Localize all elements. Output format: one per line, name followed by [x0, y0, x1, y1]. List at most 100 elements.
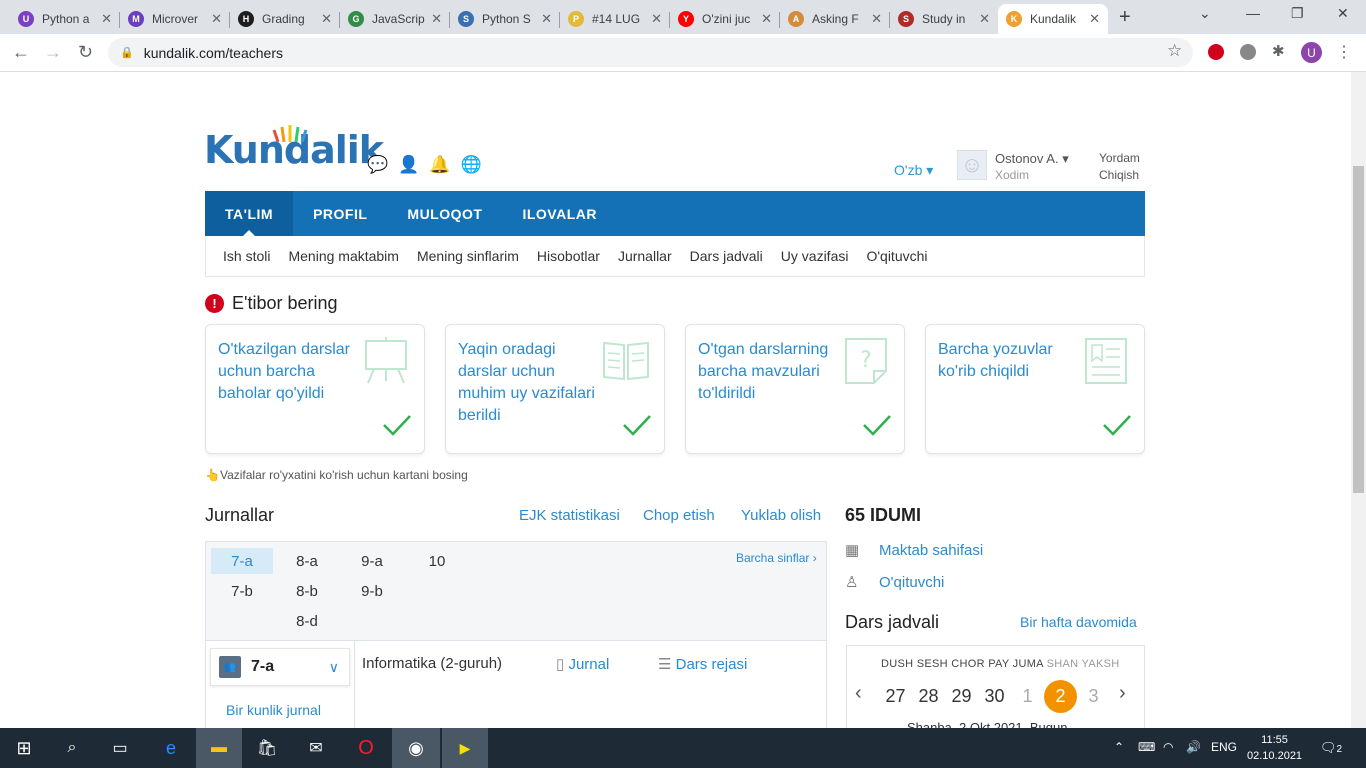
attention-card-topics[interactable]: O'tgan darslarning barcha mavzulari to'l…	[685, 324, 905, 454]
language-select[interactable]: O'zb ▾	[894, 162, 933, 179]
tab-close-icon[interactable]: ✕	[541, 11, 552, 27]
task-view-icon[interactable]: ▭	[96, 728, 144, 768]
tab-close-icon[interactable]: ✕	[1089, 11, 1100, 27]
subnav-dars-jadvali[interactable]: Dars jadvali	[681, 248, 772, 264]
class-7a[interactable]: 7-a	[211, 548, 273, 574]
minimize-button[interactable]: —	[1246, 5, 1260, 21]
main-nav-ilovalar[interactable]: ILOVALAR	[502, 191, 617, 236]
forward-icon[interactable]: →	[44, 42, 62, 63]
back-icon[interactable]: ←	[12, 42, 30, 63]
class-7b[interactable]: 7-b	[211, 578, 273, 604]
extension-icon[interactable]	[1240, 44, 1256, 60]
calendar-day[interactable]: 1	[1011, 680, 1044, 713]
class-8a[interactable]: 8-a	[276, 548, 338, 574]
restore-button[interactable]: ❐	[1291, 5, 1304, 22]
subnav-jurnallar[interactable]: Jurnallar	[609, 248, 681, 264]
subnav-hisobotlar[interactable]: Hisobotlar	[528, 248, 609, 264]
main-nav-talim[interactable]: TA'LIM	[205, 191, 294, 236]
main-nav-muloqot[interactable]: MULOQOT	[387, 191, 502, 236]
kundalik-logo[interactable]: Kundalik	[204, 125, 384, 172]
browser-tab[interactable]: A Asking F ✕	[780, 4, 890, 34]
clock[interactable]: 11:55 02.10.2021	[1247, 732, 1302, 764]
calendar-day[interactable]: 28	[912, 680, 945, 713]
school-page-link[interactable]: ▦ Maktab sahifasi	[845, 541, 983, 560]
new-tab-button[interactable]: +	[1119, 6, 1131, 29]
adblock-extension-icon[interactable]	[1208, 44, 1224, 60]
print-link[interactable]: Chop etish	[643, 507, 715, 524]
calendar-next-icon[interactable]: ›	[1119, 682, 1126, 705]
tray-up-icon[interactable]: ⌃	[1114, 740, 1124, 754]
tab-close-icon[interactable]: ✕	[761, 11, 772, 27]
user-name[interactable]: Ostonov A. ▾	[995, 151, 1069, 167]
browser-tab[interactable]: Y O'zini juc ✕	[670, 4, 780, 34]
help-link[interactable]: Yordam	[1099, 151, 1140, 165]
ejk-statistics-link[interactable]: EJK statistikasi	[519, 507, 620, 524]
globe-icon[interactable]: 🌐	[461, 155, 482, 175]
person-icon[interactable]: 👤	[398, 155, 419, 175]
subnav-ish-stoli[interactable]: Ish stoli	[214, 248, 279, 264]
scrollbar-thumb[interactable]	[1353, 166, 1364, 493]
search-icon[interactable]: ⌕	[48, 728, 96, 768]
start-icon[interactable]: ⊞	[0, 728, 48, 768]
subnav-oqituvchi[interactable]: O'qituvchi	[857, 248, 936, 264]
browser-tab[interactable]: K Kundalik ✕	[998, 4, 1108, 34]
browser-tab[interactable]: M Microver ✕	[120, 4, 230, 34]
wifi-icon[interactable]: ◠	[1163, 740, 1173, 754]
tab-close-icon[interactable]: ✕	[101, 11, 112, 27]
logout-link[interactable]: Chiqish	[1099, 168, 1139, 182]
store-icon[interactable]: 🛍	[244, 728, 290, 768]
attention-card-records[interactable]: Barcha yozuvlar ko'rib chiqildi	[925, 324, 1145, 454]
tab-close-icon[interactable]: ✕	[651, 11, 662, 27]
main-nav-profil[interactable]: PROFIL	[293, 191, 387, 236]
calendar-day[interactable]: 3	[1077, 680, 1110, 713]
calendar-prev-icon[interactable]: ‹	[855, 682, 862, 705]
calendar-day[interactable]: 29	[945, 680, 978, 713]
calendar-day[interactable]: 30	[978, 680, 1011, 713]
file-explorer-icon[interactable]: ▬	[196, 728, 242, 768]
tab-close-icon[interactable]: ✕	[321, 11, 332, 27]
all-classes-link[interactable]: Barcha sinflar ›	[736, 551, 817, 565]
media-player-icon[interactable]: ▶	[442, 728, 488, 768]
volume-icon[interactable]: 🔊	[1186, 740, 1201, 754]
journal-link[interactable]: ▯ Jurnal	[556, 655, 609, 673]
tab-close-icon[interactable]: ✕	[211, 11, 222, 27]
tab-close-icon[interactable]: ✕	[979, 11, 990, 27]
weekly-schedule-link[interactable]: Bir hafta davomida	[1020, 614, 1137, 630]
mail-icon[interactable]: ✉	[292, 728, 340, 768]
chat-icon[interactable]: 💬	[367, 155, 388, 175]
class-8d[interactable]: 8-d	[276, 608, 338, 634]
download-link[interactable]: Yuklab olish	[741, 507, 821, 524]
bookmark-star-icon[interactable]: ☆	[1167, 41, 1182, 61]
class-9a[interactable]: 9-a	[341, 548, 403, 574]
bell-icon[interactable]: 🔔	[429, 155, 450, 175]
network-icon[interactable]: ⌨	[1138, 740, 1155, 754]
lesson-plan-link[interactable]: ☰ Dars rejasi	[658, 655, 747, 673]
close-window-button[interactable]: ✕	[1337, 5, 1349, 22]
opera-icon[interactable]: O	[342, 728, 390, 768]
reload-icon[interactable]: ↻	[78, 42, 93, 63]
browser-tab[interactable]: H Grading ✕	[230, 4, 340, 34]
teacher-link[interactable]: ♙ O'qituvchi	[845, 573, 944, 592]
subnav-mening-maktabim[interactable]: Mening maktabim	[279, 248, 408, 264]
browser-tab[interactable]: P #14 LUG ✕	[560, 4, 670, 34]
browser-tab[interactable]: S Python S ✕	[450, 4, 560, 34]
calendar-day[interactable]: 27	[879, 680, 912, 713]
class-8b[interactable]: 8-b	[276, 578, 338, 604]
user-avatar[interactable]: ☺	[957, 150, 987, 180]
class-dropdown[interactable]: 👥 7-a ∨	[210, 648, 350, 686]
subnav-uy-vazifasi[interactable]: Uy vazifasi	[772, 248, 858, 264]
subnav-mening-sinflarim[interactable]: Mening sinflarim	[408, 248, 528, 264]
edge-icon[interactable]: e	[148, 728, 194, 768]
puzzle-extensions-icon[interactable]: ✱	[1272, 42, 1288, 60]
class-9b[interactable]: 9-b	[341, 578, 403, 604]
chrome-icon[interactable]: ◉	[392, 728, 440, 768]
tab-close-icon[interactable]: ✕	[431, 11, 442, 27]
attention-card-homework[interactable]: Yaqin oradagi darslar uchun muhim uy vaz…	[445, 324, 665, 454]
tab-close-icon[interactable]: ✕	[871, 11, 882, 27]
browser-tab[interactable]: U Python a ✕	[10, 4, 120, 34]
tab-search-icon[interactable]: ⌄	[1199, 5, 1211, 22]
menu-kebab-icon[interactable]: ⋮	[1336, 42, 1352, 62]
browser-tab[interactable]: G JavaScrip ✕	[340, 4, 450, 34]
notifications-icon[interactable]: 🗨2	[1320, 740, 1342, 756]
input-lang[interactable]: ENG	[1211, 740, 1237, 754]
